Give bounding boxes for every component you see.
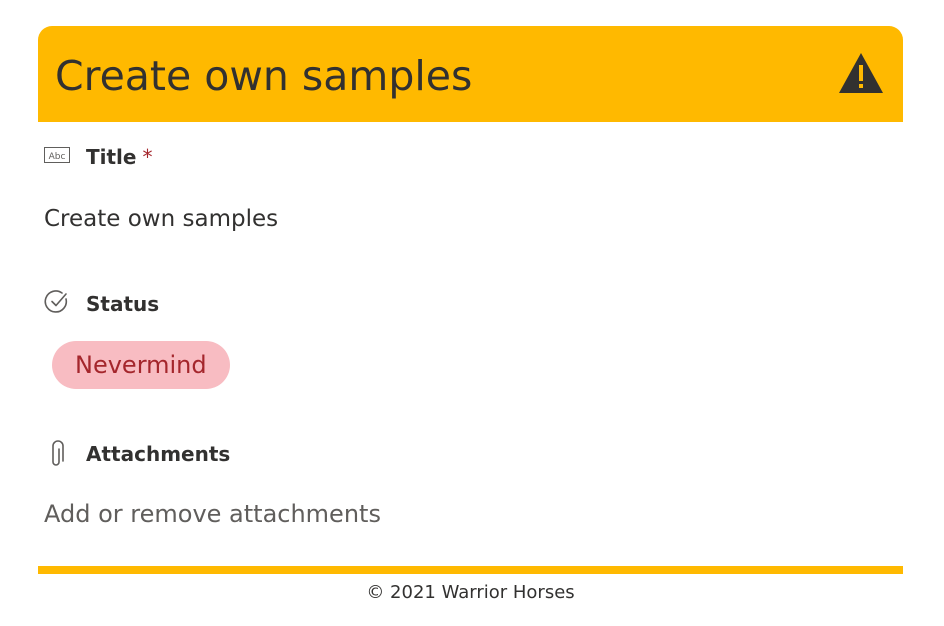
footer-copyright: © 2021 Warrior Horses	[366, 582, 575, 603]
warning-icon	[839, 53, 883, 93]
status-label-row: Status	[38, 289, 903, 319]
attachments-label: Attachments	[86, 442, 231, 466]
status-label: Status	[86, 292, 160, 316]
form-title: Create own samples	[55, 52, 473, 100]
title-label-row: Abc Title *	[38, 142, 903, 172]
attachments-field: Attachments Add or remove attachments	[38, 439, 903, 528]
status-check-icon	[44, 290, 68, 313]
text-field-icon: Abc	[44, 147, 70, 163]
form-header: Create own samples	[38, 26, 903, 122]
title-label-text: Title	[86, 145, 137, 169]
footer-divider	[38, 566, 903, 574]
title-value[interactable]: Create own samples	[44, 202, 278, 236]
add-attachments-link[interactable]: Add or remove attachments	[44, 497, 381, 531]
status-badge[interactable]: Nevermind	[52, 341, 230, 389]
paperclip-icon	[52, 440, 64, 466]
attachments-label-row: Attachments	[38, 439, 903, 469]
form-card: Create own samples	[38, 26, 903, 122]
required-marker: *	[142, 145, 153, 169]
svg-text:Abc: Abc	[49, 152, 66, 162]
title-label: Title *	[86, 142, 152, 172]
title-field: Abc Title * Create own samples	[38, 142, 903, 232]
status-field: Status Nevermind	[38, 289, 903, 389]
